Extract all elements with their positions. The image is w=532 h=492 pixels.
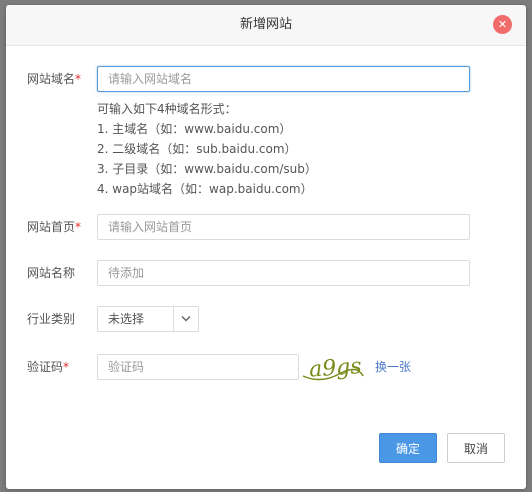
domain-label-text: 网站域名 — [27, 72, 76, 86]
industry-selected-value: 未选择 — [108, 312, 145, 326]
hint-line: 4. wap站域名（如：wap.baidu.com） — [97, 182, 313, 196]
site-name-label-text: 网站名称 — [27, 266, 76, 280]
site-name-input[interactable] — [97, 260, 470, 286]
close-icon[interactable]: ✕ — [493, 15, 512, 34]
industry-label-text: 行业类别 — [27, 312, 76, 326]
captcha-input[interactable] — [97, 354, 299, 380]
chevron-down-icon[interactable] — [173, 307, 198, 331]
hint-line: 2. 二级域名（如：sub.baidu.com） — [97, 142, 297, 156]
required-mark: * — [75, 72, 82, 86]
refresh-captcha-link[interactable]: 换一张 — [375, 354, 411, 380]
dialog-header: 新增网站 ✕ — [6, 5, 526, 46]
dialog-title: 新增网站 — [239, 17, 292, 32]
domain-input[interactable] — [97, 66, 470, 92]
industry-label: 行业类别 — [27, 306, 75, 332]
add-website-dialog: 新增网站 ✕ 网站域名* 可输入如下4种域名形式： 1. 主域名（如：www.b… — [6, 5, 526, 489]
captcha-image-text: a9gs — [308, 354, 362, 383]
required-mark: * — [75, 220, 82, 234]
homepage-input[interactable] — [97, 214, 470, 240]
homepage-label: 网站首页* — [27, 214, 81, 240]
site-name-label: 网站名称 — [27, 260, 75, 286]
confirm-button[interactable]: 确定 — [379, 433, 437, 463]
captcha-label: 验证码* — [27, 354, 69, 380]
required-mark: * — [63, 360, 70, 374]
hint-line: 3. 子目录（如：www.baidu.com/sub） — [97, 162, 317, 176]
homepage-label-text: 网站首页 — [27, 220, 76, 234]
captcha-label-text: 验证码 — [27, 360, 64, 374]
hint-line: 1. 主域名（如：www.baidu.com） — [97, 122, 292, 136]
domain-label: 网站域名* — [27, 66, 81, 92]
domain-format-hint: 可输入如下4种域名形式： 1. 主域名（如：www.baidu.com） 2. … — [97, 99, 317, 199]
captcha-image[interactable]: a9gs — [299, 350, 367, 384]
cancel-button[interactable]: 取消 — [447, 433, 505, 463]
hint-intro: 可输入如下4种域名形式： — [97, 102, 237, 116]
industry-select[interactable]: 未选择 — [97, 306, 199, 332]
